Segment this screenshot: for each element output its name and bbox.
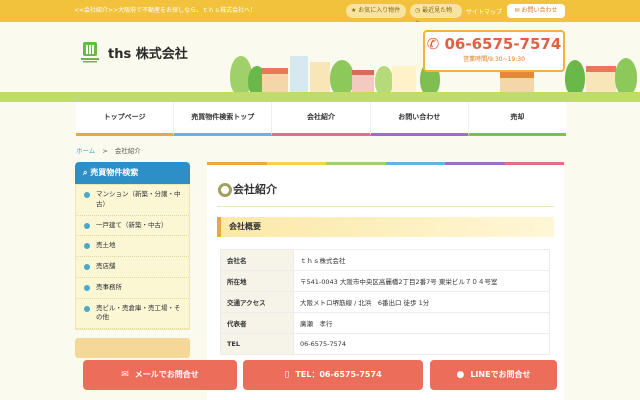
nav-search[interactable]: 売買物件検索トップ xyxy=(173,102,272,136)
breadcrumb-separator: > xyxy=(102,147,108,155)
company-info-table: 会社名 ｔｈｓ株式会社 所在地 〒541-0043 大阪市中央区高麗橋2丁目2番7号… xyxy=(220,249,550,355)
tel-button[interactable]: ▯ TEL：06-6575-7574 xyxy=(243,360,423,390)
sidebar-list: マンション（新築・分譲・中古） 一戸建て（新築・中古） 売土地 売店舗 売事務所… xyxy=(75,184,190,330)
table-row: 代表者 廣瀬 孝行 xyxy=(220,312,550,334)
breadcrumb-home[interactable]: ホーム xyxy=(76,147,95,155)
nav-contact[interactable]: お問い合わせ xyxy=(369,102,468,136)
sidebar-banner[interactable] xyxy=(75,338,190,358)
sidebar: ⌕ 売買物件検索 マンション（新築・分譲・中古） 一戸建て（新築・中古） 売土地… xyxy=(75,162,190,358)
sidebar-item-office[interactable]: 売事務所 xyxy=(76,278,189,299)
table-row: 所在地 〒541-0043 大阪市中央区高麗橋2丁目2番7号 東栄ビル７０４号室 xyxy=(220,270,550,292)
line-contact-button[interactable]: ● LINEでお問合せ xyxy=(430,360,557,390)
table-row: TEL 06-6575-7574 xyxy=(220,333,550,355)
sitemap-link[interactable]: サイトマップ xyxy=(466,7,502,16)
top-bar: <<会社紹介>>大阪府で不動産をお探しなら、ｔｈｓ株式会社へ！ ★ お気に入り物… xyxy=(0,0,640,28)
nav-top[interactable]: トップページ xyxy=(76,102,174,136)
favorites-button[interactable]: ★ お気に入り物件 xyxy=(346,4,406,18)
nav-company[interactable]: 会社紹介 xyxy=(271,102,370,136)
breadcrumb-current: 会社紹介 xyxy=(114,147,141,155)
sidebar-item-land[interactable]: 売土地 xyxy=(76,236,189,257)
phone-icon: ▯ xyxy=(284,370,290,380)
page-title: 会社紹介 xyxy=(207,165,564,197)
contact-top-button[interactable]: ✉ お問い合わせ xyxy=(507,4,565,18)
breadcrumb: ホーム > 会社紹介 xyxy=(76,145,141,155)
phone-icon: ✆ xyxy=(426,35,445,53)
table-row: 会社名 ｔｈｓ株式会社 xyxy=(220,249,550,271)
company-logo xyxy=(81,42,99,63)
sidebar-item-mansion[interactable]: マンション（新築・分譲・中古） xyxy=(76,185,189,216)
table-row: 交通アクセス 大阪メトロ堺筋線 / 北浜 6番出口 徒歩 1分 xyxy=(220,291,550,313)
sidebar-title: ⌕ 売買物件検索 xyxy=(75,162,190,184)
phone-box[interactable]: ✆ 06-6575-7574 営業時間/9:30~19:30 xyxy=(423,30,565,72)
sidebar-item-store[interactable]: 売店舗 xyxy=(76,257,189,278)
company-name: ths 株式会社 xyxy=(108,47,188,62)
section-heading: 会社概要 xyxy=(217,217,554,237)
mail-icon: ✉ xyxy=(121,370,129,380)
business-hours: 営業時間/9:30~19:30 xyxy=(463,56,525,63)
nav-sell[interactable]: 売却 xyxy=(467,102,567,136)
sidebar-item-building[interactable]: 売ビル・売倉庫・売工場・その他 xyxy=(76,299,189,329)
mail-contact-button[interactable]: ✉ メールでお問合せ xyxy=(83,360,237,390)
main-nav: トップページ 売買物件検索トップ 会社紹介 お問い合わせ 売却 xyxy=(76,102,567,136)
recent-button[interactable]: ◷ 最近見た物件 xyxy=(410,4,462,28)
tagline: <<会社紹介>>大阪府で不動産をお探しなら、ｔｈｓ株式会社へ！ xyxy=(74,7,257,14)
sidebar-item-house[interactable]: 一戸建て（新築・中古） xyxy=(76,216,189,237)
chat-icon: ● xyxy=(456,370,465,380)
